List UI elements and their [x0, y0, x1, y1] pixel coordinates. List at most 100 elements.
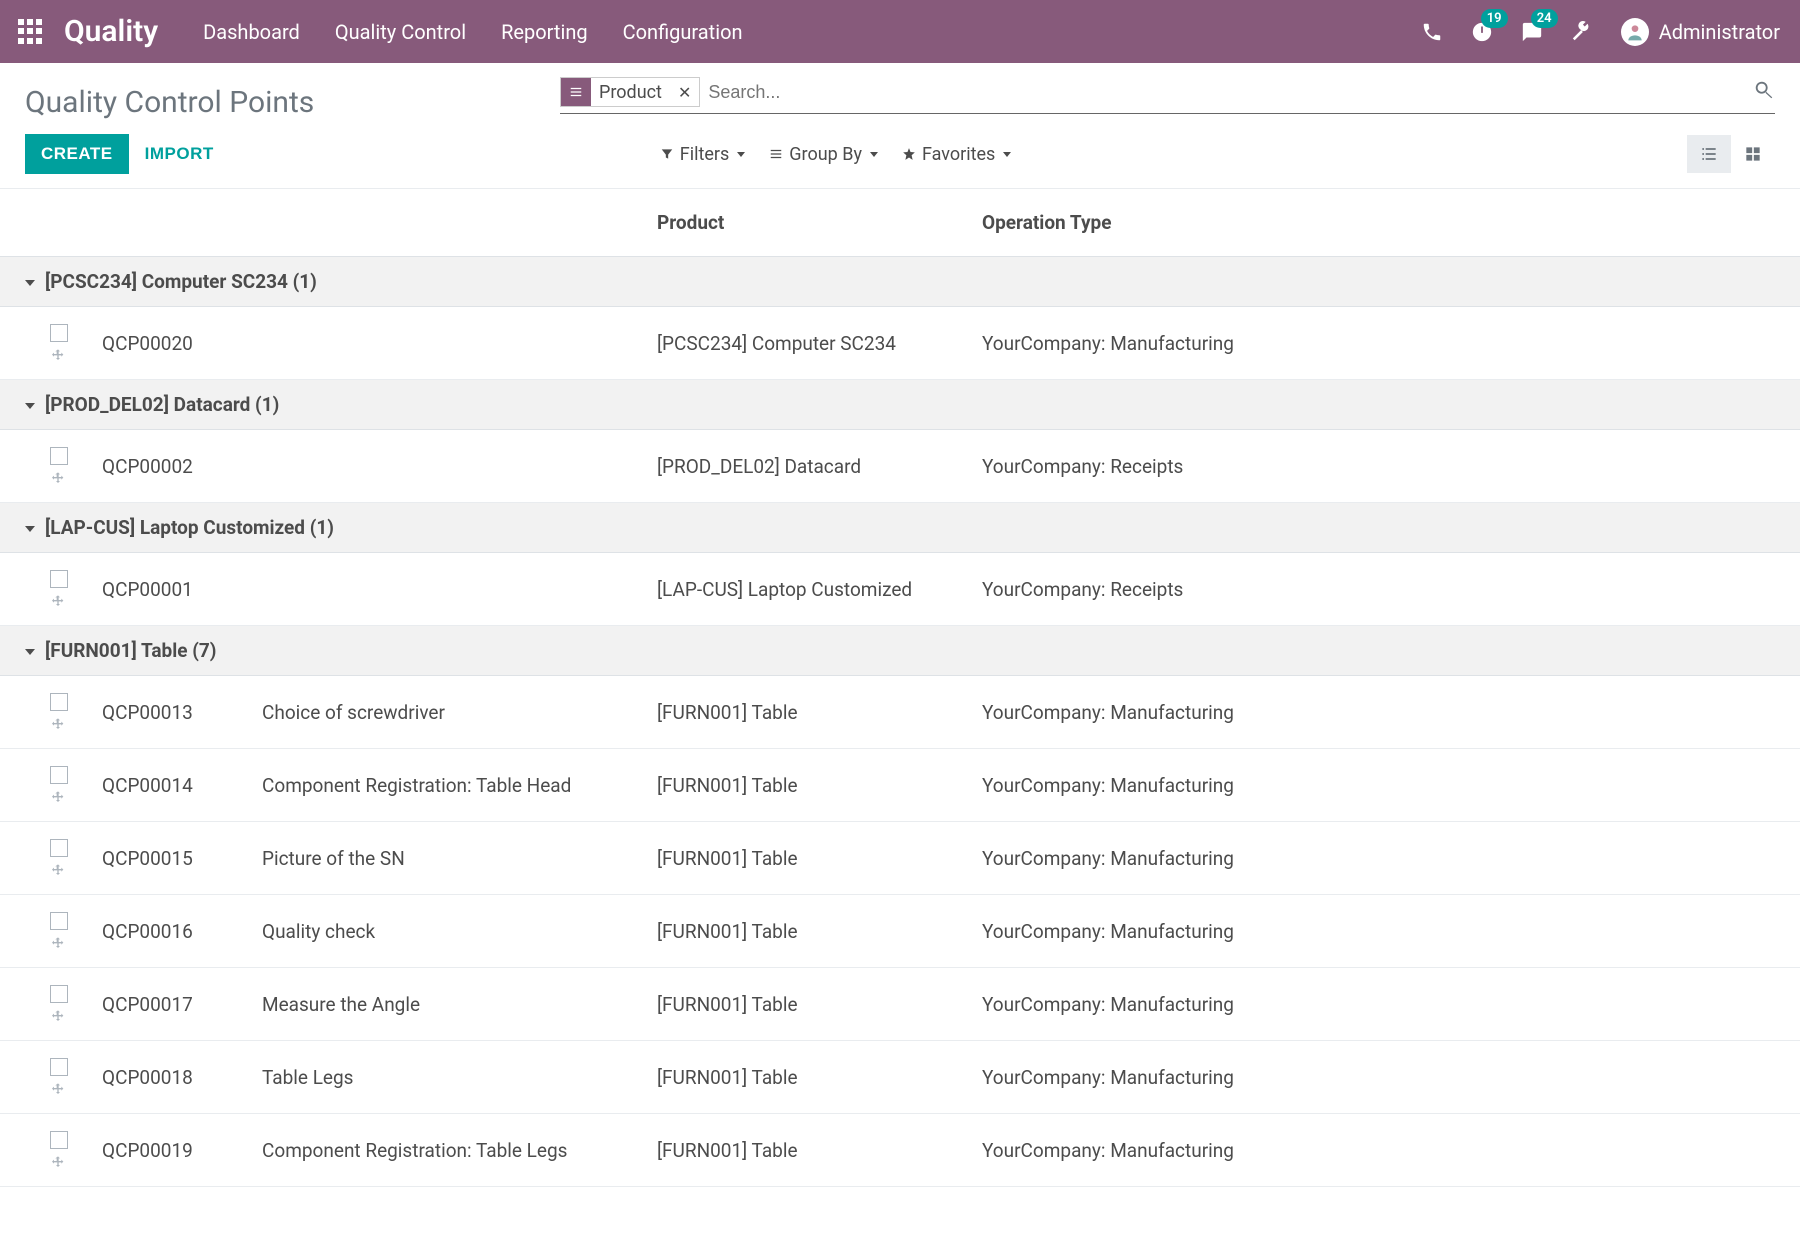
row-operation: YourCompany: Manufacturing	[972, 1041, 1800, 1114]
row-checkbox[interactable]	[50, 985, 68, 1003]
row-operation: YourCompany: Manufacturing	[972, 1114, 1800, 1187]
phone-icon[interactable]	[1421, 21, 1443, 43]
table-row[interactable]: QCP00013Choice of screwdriver[FURN001] T…	[0, 676, 1800, 749]
table-row[interactable]: QCP00015Picture of the SN[FURN001] Table…	[0, 822, 1800, 895]
drag-handle-icon[interactable]	[50, 471, 66, 487]
apps-icon[interactable]	[18, 19, 44, 45]
search-bar[interactable]: Product ✕	[560, 73, 1775, 114]
nav-reporting[interactable]: Reporting	[501, 20, 588, 44]
drag-handle-icon[interactable]	[50, 1009, 66, 1025]
messages-icon[interactable]: 24	[1521, 21, 1543, 43]
drag-handle-icon[interactable]	[50, 717, 66, 733]
row-product: [FURN001] Table	[647, 1114, 972, 1187]
table-row[interactable]: QCP00014Component Registration: Table He…	[0, 749, 1800, 822]
user-name: Administrator	[1659, 20, 1780, 44]
row-product: [FURN001] Table	[647, 749, 972, 822]
favorites-label: Favorites	[922, 144, 995, 165]
row-title: Measure the Angle	[252, 968, 647, 1041]
facet-label: Product	[591, 78, 670, 106]
tools-icon[interactable]	[1571, 21, 1593, 43]
user-menu[interactable]: Administrator	[1621, 18, 1780, 46]
row-checkbox[interactable]	[50, 1058, 68, 1076]
search-input[interactable]	[700, 82, 1753, 103]
row-checkbox[interactable]	[50, 1131, 68, 1149]
nav-dashboard[interactable]: Dashboard	[203, 20, 300, 44]
row-reference: QCP00002	[92, 430, 252, 503]
drag-handle-icon[interactable]	[50, 936, 66, 952]
row-product: [FURN001] Table	[647, 895, 972, 968]
row-checkbox[interactable]	[50, 912, 68, 930]
drag-handle-icon[interactable]	[50, 348, 66, 364]
avatar	[1621, 18, 1649, 46]
drag-handle-icon[interactable]	[50, 863, 66, 879]
table-row[interactable]: QCP00020 [PCSC234] Computer SC234YourComp…	[0, 307, 1800, 380]
nav-quality-control[interactable]: Quality Control	[335, 20, 466, 44]
column-operation[interactable]: Operation Type	[972, 189, 1800, 257]
drag-handle-icon[interactable]	[50, 1155, 66, 1171]
list-table: Product Operation Type [PCSC234] Compute…	[0, 189, 1800, 1187]
drag-handle-icon[interactable]	[50, 1082, 66, 1098]
activities-icon[interactable]: 19	[1471, 21, 1493, 43]
search-icon[interactable]	[1753, 79, 1775, 106]
table-row[interactable]: QCP00016Quality check[FURN001] TableYour…	[0, 895, 1800, 968]
row-reference: QCP00015	[92, 822, 252, 895]
row-reference: QCP00001	[92, 553, 252, 626]
group-row[interactable]: [PCSC234] Computer SC234 (1)	[0, 257, 1800, 307]
messages-badge: 24	[1531, 9, 1558, 28]
groupby-bars-icon	[561, 78, 591, 106]
row-reference: QCP00016	[92, 895, 252, 968]
create-button[interactable]: CREATE	[25, 134, 129, 174]
row-title: Component Registration: Table Head	[252, 749, 647, 822]
row-operation: YourCompany: Manufacturing	[972, 676, 1800, 749]
row-title: Picture of the SN	[252, 822, 647, 895]
row-reference: QCP00018	[92, 1041, 252, 1114]
column-product[interactable]: Product	[647, 189, 972, 257]
row-checkbox[interactable]	[50, 447, 68, 465]
facet-remove-icon[interactable]: ✕	[670, 78, 699, 106]
row-title: Quality check	[252, 895, 647, 968]
caret-down-icon	[25, 526, 35, 532]
row-reference: QCP00014	[92, 749, 252, 822]
drag-handle-icon[interactable]	[50, 790, 66, 806]
funnel-icon	[660, 147, 674, 161]
topbar-right: 19 24 Administrator	[1421, 18, 1780, 46]
caret-down-icon	[25, 280, 35, 286]
caret-down-icon	[25, 403, 35, 409]
chevron-down-icon	[737, 152, 745, 157]
favorites-dropdown[interactable]: Favorites	[902, 144, 1011, 165]
list-view-button[interactable]	[1687, 135, 1731, 173]
row-checkbox[interactable]	[50, 693, 68, 711]
breadcrumb: Quality Control Points	[25, 73, 530, 120]
search-facet-groupby-product[interactable]: Product ✕	[560, 77, 700, 107]
row-checkbox[interactable]	[50, 570, 68, 588]
group-row[interactable]: [FURN001] Table (7)	[0, 626, 1800, 676]
row-checkbox[interactable]	[50, 839, 68, 857]
kanban-view-button[interactable]	[1731, 135, 1775, 173]
table-row[interactable]: QCP00002[PROD_DEL02] DatacardYourCompany…	[0, 430, 1800, 503]
row-operation: YourCompany: Manufacturing	[972, 307, 1800, 380]
table-row[interactable]: QCP00018Table Legs[FURN001] TableYourCom…	[0, 1041, 1800, 1114]
row-product: [PCSC234] Computer SC234	[647, 307, 972, 380]
row-checkbox[interactable]	[50, 766, 68, 784]
row-reference: QCP00013	[92, 676, 252, 749]
row-checkbox[interactable]	[50, 324, 68, 342]
table-row[interactable]: QCP00019Component Registration: Table Le…	[0, 1114, 1800, 1187]
group-row[interactable]: [PROD_DEL02] Datacard (1)	[0, 380, 1800, 430]
nav-configuration[interactable]: Configuration	[623, 20, 743, 44]
row-reference: QCP00020	[92, 307, 252, 380]
group-row[interactable]: [LAP-CUS] Laptop Customized (1)	[0, 503, 1800, 553]
row-product: [FURN001] Table	[647, 968, 972, 1041]
group-header-label: [LAP-CUS] Laptop Customized (1)	[45, 516, 334, 539]
row-title: Choice of screwdriver	[252, 676, 647, 749]
table-row[interactable]: QCP00001[LAP-CUS] Laptop CustomizedYourC…	[0, 553, 1800, 626]
chevron-down-icon	[1003, 152, 1011, 157]
table-row[interactable]: QCP00017Measure the Angle[FURN001] Table…	[0, 968, 1800, 1041]
group-by-dropdown[interactable]: Group By	[769, 144, 878, 165]
topbar: Quality Dashboard Quality Control Report…	[0, 0, 1800, 63]
import-button[interactable]: IMPORT	[129, 134, 230, 174]
row-product: [PROD_DEL02] Datacard	[647, 430, 972, 503]
drag-handle-icon[interactable]	[50, 594, 66, 610]
filters-dropdown[interactable]: Filters	[660, 144, 746, 165]
group-by-label: Group By	[789, 144, 862, 165]
row-title	[252, 307, 647, 380]
